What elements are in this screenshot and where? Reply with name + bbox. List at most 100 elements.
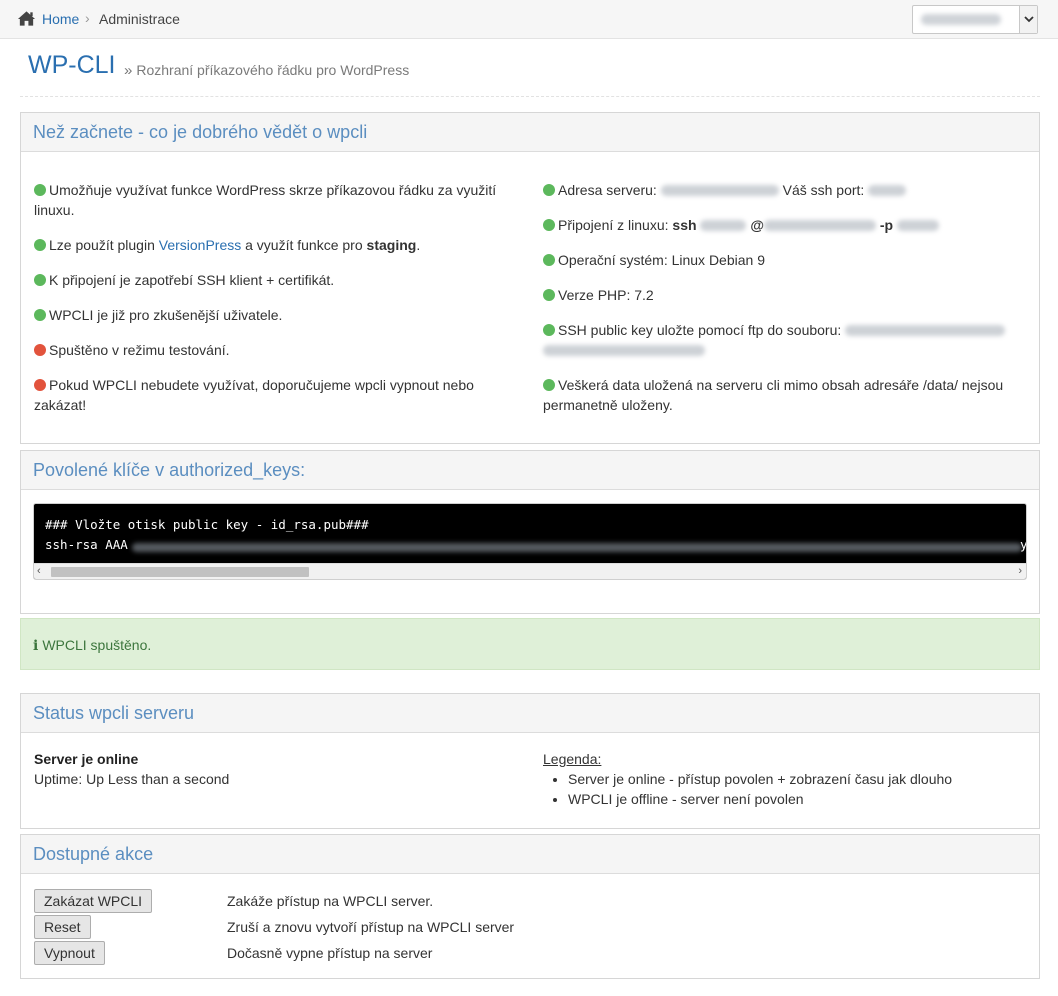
info-item: WPCLI je již pro zkušenější uživatele. (34, 305, 514, 325)
green-dot-icon (543, 254, 555, 266)
info-text: Spuštěno v režimu testování. (49, 342, 230, 358)
ssh-port-flag: -p (879, 217, 894, 233)
info-text: a využít funkce pro (241, 237, 367, 253)
legend-title: Legenda: (543, 751, 602, 767)
title-divider (20, 96, 1040, 97)
red-dot-icon (34, 379, 46, 391)
info-text: WPCLI je již pro zkušenější uživatele. (49, 307, 283, 323)
turn-off-desc: Dočasně vypne přístup na server (227, 945, 433, 961)
info-text: Umožňuje využívat funkce WordPress skrze… (34, 182, 497, 218)
red-dot-icon (34, 344, 46, 356)
reset-desc: Zruší a znovu vytvoří přístup na WPCLI s… (227, 919, 515, 935)
code-key-blurred (132, 543, 1022, 552)
server-address-item: Adresa serveru: Váš ssh port: (543, 180, 1023, 200)
green-dot-icon (543, 289, 555, 301)
info-text: Pokud WPCLI nebudete využívat, doporučuj… (34, 377, 474, 413)
reset-button[interactable]: Reset (34, 915, 91, 939)
pubkey-path-value-cont (543, 345, 705, 356)
green-dot-icon (543, 324, 555, 336)
green-dot-icon (34, 274, 46, 286)
page-title: WP-CLI (28, 51, 116, 79)
status-panel: Status wpcli serveru Server je online Up… (20, 693, 1040, 829)
green-dot-icon (34, 239, 46, 251)
home-icon[interactable] (17, 10, 36, 27)
green-dot-icon (34, 309, 46, 321)
scroll-left-icon[interactable]: ‹ (37, 565, 41, 577)
code-line-comment: ### Vložte otisk public key - id_rsa.pub… (45, 517, 369, 532)
os-item: Operační systém: Linux Debian 9 (543, 250, 1023, 270)
data-note-text: Veškerá data uložená na serveru cli mimo… (543, 377, 1004, 413)
domain-select-value (921, 14, 1001, 25)
info-panel-title: Než začnete - co je dobrého vědět o wpcl… (21, 113, 1039, 152)
php-text: Verze PHP: 7.2 (558, 287, 654, 303)
disable-wpcli-button[interactable]: Zakázat WPCLI (34, 889, 153, 913)
authorized-keys-panel: Povolené klíče v authorized_keys: ### Vl… (20, 450, 1040, 614)
linux-connect-label: Připojení z linuxu: (558, 217, 669, 233)
turn-off-button[interactable]: Vypnout (34, 941, 105, 965)
server-address-label: Adresa serveru: (558, 182, 657, 198)
ssh-keyword: ssh (672, 217, 697, 233)
subtitle-text: Rozhraní příkazového řádku pro WordPress (136, 62, 410, 78)
code-line-tail: y (1020, 537, 1027, 552)
breadcrumb-separator: › (85, 10, 90, 26)
chevron-down-icon[interactable] (1019, 6, 1037, 33)
info-text: Lze použít plugin (49, 237, 159, 253)
green-dot-icon (543, 379, 555, 391)
ssh-port-value (868, 185, 907, 196)
server-uptime: Uptime: Up Less than a second (34, 771, 230, 787)
info-text: . (416, 237, 421, 253)
ssh-host-value (763, 220, 876, 231)
alert-text: WPCLI spuštěno. (42, 637, 152, 653)
info-item: Spuštěno v režimu testování. (34, 340, 514, 360)
data-note-item: Veškerá data uložená na serveru cli mimo… (543, 375, 1023, 415)
info-item: Umožňuje využívat funkce WordPress skrze… (34, 180, 514, 220)
green-dot-icon (34, 184, 46, 196)
authorized-keys-code[interactable]: ### Vložte otisk public key - id_rsa.pub… (33, 503, 1027, 580)
pubkey-item: SSH public key uložte pomocí ftp do soub… (543, 320, 1023, 360)
info-icon: i (33, 638, 39, 654)
legend-item: WPCLI je offline - server není povolen (568, 789, 952, 809)
top-bar: Home › Administrace (0, 0, 1058, 39)
info-text: K připojení je zapotřebí SSH klient + ce… (49, 272, 335, 288)
server-status: Server je online Uptime: Up Less than a … (34, 749, 229, 789)
domain-select[interactable] (912, 5, 1038, 34)
code-line-key: ssh-rsa AAA (45, 537, 128, 552)
versionpress-link[interactable]: VersionPress (159, 237, 241, 253)
disable-wpcli-desc: Zakáže přístup na WPCLI server. (227, 893, 434, 909)
ssh-user-value (700, 220, 747, 231)
actions-panel: Dostupné akce Zakázat WPCLI Zakáže příst… (20, 834, 1040, 979)
info-item: Lze použít plugin VersionPress a využít … (34, 235, 514, 255)
info-item: Pokud WPCLI nebudete využívat, doporučuj… (34, 375, 514, 415)
actions-panel-title: Dostupné akce (21, 835, 1039, 874)
breadcrumb-home-link[interactable]: Home (42, 11, 79, 27)
os-text: Operační systém: Linux Debian 9 (558, 252, 765, 268)
status-panel-title: Status wpcli serveru (21, 694, 1039, 733)
info-item: K připojení je zapotřebí SSH klient + ce… (34, 270, 514, 290)
info-right-column: Adresa serveru: Váš ssh port: Připojení … (543, 180, 1023, 430)
info-text-bold: staging (366, 237, 417, 253)
php-item: Verze PHP: 7.2 (543, 285, 1023, 305)
legend-list: Server je online - přístup povolen + zob… (543, 769, 952, 809)
server-address-value (660, 185, 779, 196)
server-state: Server je online (34, 751, 139, 767)
page-subtitle: » Rozhraní příkazového řádku pro WordPres… (124, 62, 409, 79)
linux-connect-item: Připojení z linuxu: ssh @ -p (543, 215, 1023, 235)
info-left-column: Umožňuje využívat funkce WordPress skrze… (34, 180, 514, 430)
breadcrumb-current: Administrace (99, 11, 180, 27)
scroll-right-icon[interactable]: › (1018, 565, 1022, 577)
ssh-at: @ (750, 217, 764, 233)
info-panel: Než začnete - co je dobrého vědět o wpcl… (20, 112, 1040, 444)
keys-panel-title: Povolené klíče v authorized_keys: (21, 451, 1039, 490)
subtitle-prefix: » (124, 62, 133, 79)
status-alert: i WPCLI spuštěno. (20, 618, 1040, 670)
ssh-port-label: Váš ssh port: (782, 182, 865, 198)
ssh-port-flag-value (896, 220, 939, 231)
scroll-thumb[interactable] (51, 567, 309, 577)
horizontal-scrollbar[interactable]: ‹ › (34, 563, 1026, 579)
legend: Legenda: Server je online - přístup povo… (543, 749, 952, 809)
green-dot-icon (543, 219, 555, 231)
pubkey-path-value (845, 325, 1006, 336)
green-dot-icon (543, 184, 555, 196)
legend-item: Server je online - přístup povolen + zob… (568, 769, 952, 789)
pubkey-label: SSH public key uložte pomocí ftp do soub… (558, 322, 842, 338)
